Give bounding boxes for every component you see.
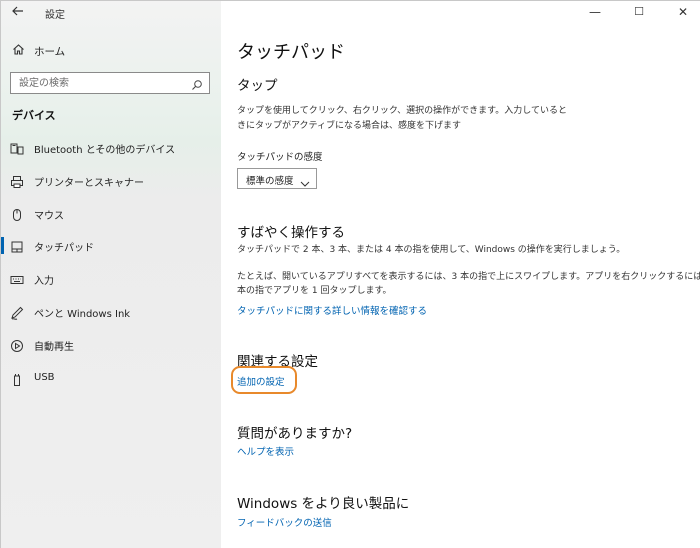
pen-icon xyxy=(10,305,24,320)
sidebar-item-touchpad[interactable]: タッチパッド xyxy=(1,234,221,258)
sensitivity-label: タッチパッドの感度 xyxy=(237,152,323,163)
maximize-button[interactable]: ☐ xyxy=(627,3,651,21)
quick-actions-example-line1: たとえば、開いているアプリすべてを表示するには、3 本の指で上にスワイプします。… xyxy=(237,272,700,282)
tap-description-line2: きにタップがアクティブになる場合は、感度を下げます xyxy=(237,121,462,131)
home-icon xyxy=(11,43,25,57)
question-heading: 質問がありますか? xyxy=(237,426,353,442)
titlebar-left: 設定 xyxy=(1,1,221,25)
sidebar-item-usb[interactable]: USB xyxy=(1,367,221,391)
bluetooth-devices-icon xyxy=(10,141,24,155)
touchpad-info-link[interactable]: タッチパッドに関する詳しい情報を確認する xyxy=(237,303,427,317)
quick-actions-example-line2: 本の指でアプリを 1 回タップします。 xyxy=(237,286,392,296)
quick-actions-description: タッチパッドで 2 本、3 本、または 4 本の指を使用して、Windows の… xyxy=(237,245,626,255)
tap-description-line1: タップを使用してクリック、右クリック、選択の操作ができます。入力していると xyxy=(237,106,567,116)
touchpad-icon xyxy=(10,239,24,253)
sidebar-item-label: Bluetooth とその他のデバイス xyxy=(34,145,176,156)
sidebar-item-label: 入力 xyxy=(34,276,54,287)
sidebar-section-title: デバイス xyxy=(12,109,56,122)
sidebar-item-pen[interactable]: ペンと Windows Ink xyxy=(1,300,221,324)
sidebar-item-home-label: ホーム xyxy=(34,46,66,58)
back-arrow-icon[interactable] xyxy=(9,4,27,20)
sidebar-item-input[interactable]: 入力 xyxy=(1,267,221,291)
printer-icon xyxy=(10,174,24,188)
get-help-link[interactable]: ヘルプを表示 xyxy=(237,444,294,458)
quick-actions-heading: すばやく操作する xyxy=(237,225,345,241)
page-title: タッチパッド xyxy=(237,42,345,63)
sidebar-item-label: マウス xyxy=(34,211,64,222)
usb-icon xyxy=(10,372,24,386)
sensitivity-dropdown[interactable]: 標準の感度 xyxy=(237,168,317,189)
close-button[interactable]: ✕ xyxy=(671,3,695,21)
sidebar-item-mouse[interactable]: マウス xyxy=(1,202,221,226)
sidebar-item-printers[interactable]: プリンターとスキャナー xyxy=(1,169,221,193)
autoplay-icon xyxy=(10,338,24,352)
sidebar-item-autoplay[interactable]: 自動再生 xyxy=(1,333,221,357)
sidebar-item-label: タッチパッド xyxy=(34,243,94,254)
chevron-down-icon xyxy=(300,174,310,187)
tap-heading: タップ xyxy=(237,78,278,94)
sidebar-item-label: ペンと Windows Ink xyxy=(34,309,131,320)
mouse-icon xyxy=(10,207,24,221)
app-title: 設定 xyxy=(45,10,65,21)
sidebar-item-label: USB xyxy=(34,372,55,383)
improve-windows-heading: Windows をより良い製品に xyxy=(237,496,410,512)
search-input[interactable] xyxy=(11,73,187,93)
search-icon[interactable] xyxy=(191,76,205,90)
sidebar-item-label: プリンターとスキャナー xyxy=(34,178,144,189)
main-content: — ☐ ✕ タッチパッド タップ タップを使用してクリック、右クリック、選択の操… xyxy=(221,1,700,548)
sidebar: 設定 ホーム デバイス Bluetooth とその他のデバイス プリ xyxy=(1,1,221,548)
sidebar-item-label: 自動再生 xyxy=(34,342,74,353)
sensitivity-value: 標準の感度 xyxy=(246,176,294,187)
keyboard-icon xyxy=(10,272,24,286)
settings-window: 設定 ホーム デバイス Bluetooth とその他のデバイス プリ xyxy=(0,0,700,548)
sidebar-item-home[interactable]: ホーム xyxy=(1,40,221,62)
additional-settings-link[interactable]: 追加の設定 xyxy=(237,374,285,388)
feedback-link[interactable]: フィードバックの送信 xyxy=(237,515,332,529)
minimize-button[interactable]: — xyxy=(583,3,607,21)
search-box[interactable] xyxy=(10,72,210,94)
sidebar-item-bluetooth[interactable]: Bluetooth とその他のデバイス xyxy=(1,136,221,160)
